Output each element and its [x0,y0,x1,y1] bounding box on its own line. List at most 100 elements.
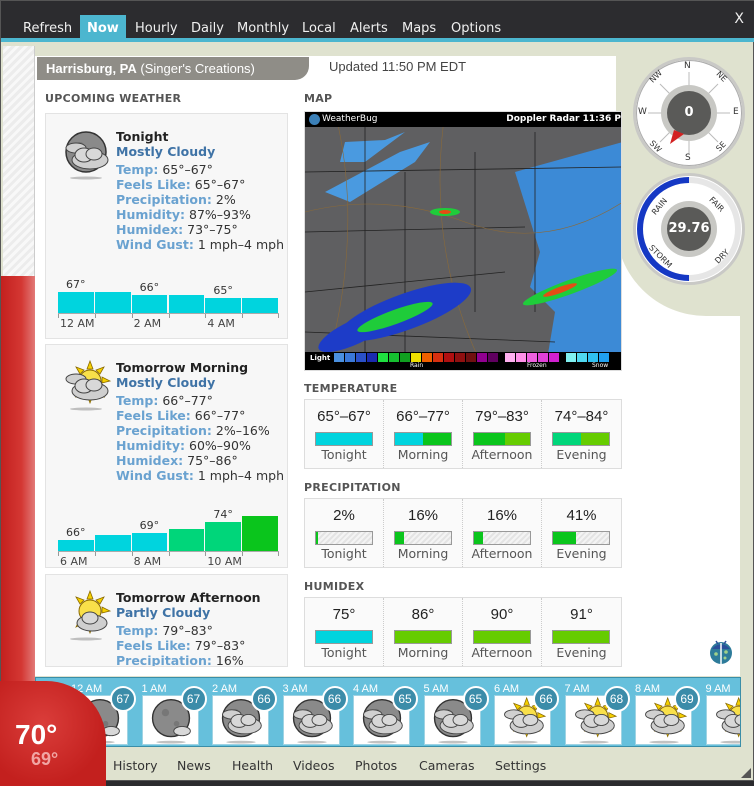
wind-compass[interactable]: N NE E SE S SW W NW 0 [633,57,745,169]
resize-grip[interactable] [741,768,751,778]
radar-map[interactable]: WeatherBug Doppler Radar 11:36 P Light R… [304,111,622,371]
legend-swatch [422,353,432,362]
hourly-item[interactable]: 9 AM [692,678,740,746]
hourly-item[interactable]: 7 AM 68 [551,678,630,746]
nav-settings[interactable]: Settings [495,758,546,773]
nav-news[interactable]: News [177,758,211,773]
precipitation-value: 16% [407,507,439,524]
temp-bar-label: 66° [139,280,160,294]
compass-label-s: S [685,153,691,163]
humidex-cell-tonight[interactable]: 75° Tonight [305,598,384,666]
forecast-card-tomorrow-morning[interactable]: Tomorrow Morning Mostly Cloudy Temp: 66°–7… [45,344,288,568]
tab-hourly[interactable]: Hourly [128,15,185,42]
tab-maps[interactable]: Maps [395,15,443,42]
legend-swatch [400,353,410,362]
temperature-label: Evening [556,447,607,462]
nav-health[interactable]: Health [232,758,273,773]
legend-frozen-label: Frozen [527,362,547,369]
forecast-card-tonight[interactable]: Tonight Mostly Cloudy Temp: 65°–67° Feels L… [45,113,288,339]
legend-swatch [538,353,548,362]
tab-alerts[interactable]: Alerts [343,15,395,42]
chart-x-label: 8 AM [133,555,162,568]
upcoming-weather-heading: UPCOMING WEATHER [45,92,182,105]
close-button[interactable]: X [734,11,744,27]
legend-swatch [345,353,355,362]
hourly-item[interactable]: 5 AM 65 [410,678,489,746]
location-station: (Singer's Creations) [140,61,255,76]
detail-key: Wind Gust: [116,468,194,483]
chart-tick [168,314,170,318]
location-bar[interactable]: Harrisburg, PA (Singer's Creations) [37,57,309,80]
nav-videos[interactable]: Videos [293,758,335,773]
tab-local[interactable]: Local [295,15,343,42]
hourly-forecast-strip[interactable]: 12 AM 67 1 AM 67 2 AM 66 3 AM 66 4 AM 65 5 AM 65 6 A… [35,677,741,747]
detail-row: Wind Gust: 1 mph–4 mph [116,468,284,483]
humidex-cell-morning[interactable]: 86° Morning [384,598,463,666]
card-condition: Mostly Cloudy [116,375,216,390]
barometer-gauge[interactable]: RAIN FAIR DRY STORM 29.76 [633,173,745,285]
humidex-cell-evening[interactable]: 91° Evening [542,598,621,666]
hour-time: 6 AM [494,683,520,695]
precipitation-cell-tonight[interactable]: 2% Tonight [305,499,384,567]
hour-time: 8 AM [635,683,661,695]
temperature-panel: 65°–67° Tonight 66°–77° Morning 79°–83° After… [304,399,622,469]
legend-swatch [588,353,598,362]
tab-refresh[interactable]: Refresh [16,15,79,42]
precipitation-bar [473,531,531,545]
humidex-bar [394,630,452,644]
temperature-cell-afternoon[interactable]: 79°–83° Afternoon [463,400,542,468]
precipitation-cell-evening[interactable]: 41% Evening [542,499,621,567]
hourly-item[interactable]: 1 AM 67 [128,678,207,746]
detail-key: Precipitation: [116,653,212,667]
nav-history[interactable]: History [113,758,157,773]
weatherbug-window: Refresh Now Hourly Daily Monthly Local A… [0,0,754,786]
updated-time: Updated 11:50 PM EDT [329,59,467,74]
precipitation-value: 16% [486,507,518,524]
detail-value: 79°–83° [162,623,213,638]
detail-key: Wind Gust: [116,237,194,252]
tab-options[interactable]: Options [444,15,508,42]
chart-tick [131,314,133,318]
weatherbug-icon[interactable] [707,637,735,665]
precipitation-bar [552,531,610,545]
detail-row: Feels Like: 79°–83° [116,638,245,653]
temperature-cell-morning[interactable]: 66°–77° Morning [384,400,463,468]
humidex-bar [552,630,610,644]
temp-bar [205,298,242,314]
bar-fill [553,532,576,544]
detail-row: Feels Like: 66°–77° [116,408,284,423]
temp-bar [94,535,131,552]
legend-swatch [433,353,443,362]
temp-bar [168,528,205,552]
precipitation-cell-morning[interactable]: 16% Morning [384,499,463,567]
forecast-card-tomorrow-afternoon[interactable]: Tomorrow Afternoon Partly Cloudy Temp: 79°… [45,574,288,667]
nav-cameras[interactable]: Cameras [419,758,475,773]
tab-daily[interactable]: Daily [184,15,231,42]
legend-swatch [549,353,559,362]
hourly-item[interactable]: 6 AM 66 [480,678,559,746]
hourly-item[interactable]: 3 AM 66 [269,678,348,746]
temperature-cell-tonight[interactable]: 65°–67° Tonight [305,400,384,468]
temperature-bar [552,432,610,446]
temp-bar-label: 74° [213,508,233,522]
temperature-cell-evening[interactable]: 74°–84° Evening [542,400,621,468]
humidex-cell-afternoon[interactable]: 90° Afternoon [463,598,542,666]
hourly-item[interactable]: 8 AM 69 [621,678,700,746]
nav-photos[interactable]: Photos [355,758,397,773]
tab-now[interactable]: Now [80,15,126,42]
hourly-item[interactable]: 2 AM 66 [198,678,277,746]
precipitation-cell-afternoon[interactable]: 16% Afternoon [463,499,542,567]
tab-monthly[interactable]: Monthly [230,15,296,42]
precipitation-label: Tonight [321,546,367,561]
detail-row: Temp: 66°–77° [116,393,284,408]
location-city: Harrisburg, PA [46,61,137,76]
card-details: Temp: 79°–83° Feels Like: 79°–83° Precipit… [116,623,245,667]
card-title: Tomorrow Morning [116,360,249,375]
temp-bar-label: 66° [66,525,86,539]
precipitation-value: 2% [333,507,355,524]
chart-tick [242,552,244,556]
legend-swatch [477,353,487,362]
hourly-item[interactable]: 4 AM 65 [339,678,418,746]
detail-row: Temp: 65°–67° [116,162,284,177]
humidex-bar [315,630,373,644]
